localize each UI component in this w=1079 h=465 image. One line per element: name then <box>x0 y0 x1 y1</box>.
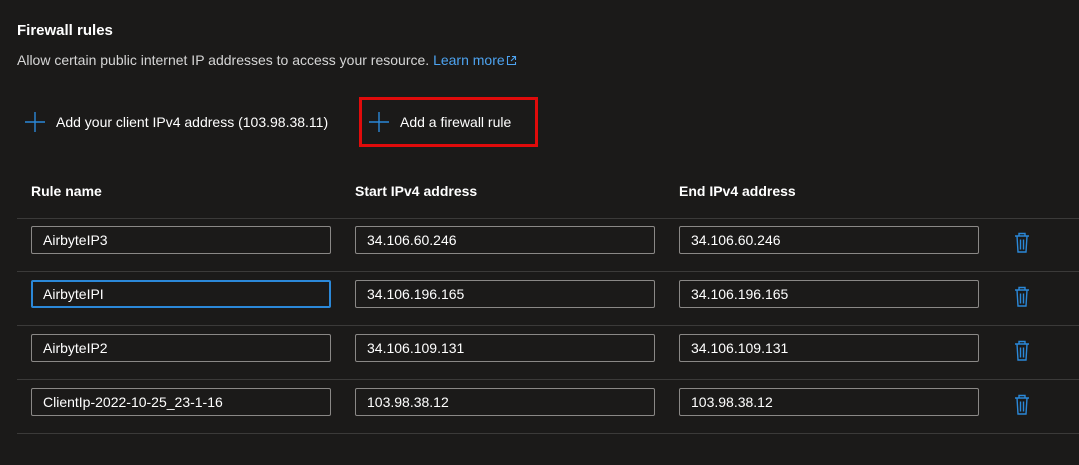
start-ip-input[interactable] <box>355 226 655 254</box>
table-row <box>0 217 1079 271</box>
external-link-icon <box>506 55 516 66</box>
rule-name-input[interactable] <box>31 388 331 416</box>
end-ip-input[interactable] <box>679 388 979 416</box>
rule-name-input[interactable] <box>31 280 331 308</box>
start-ip-input[interactable] <box>355 388 655 416</box>
row-divider <box>17 433 1079 434</box>
start-ip-input[interactable] <box>355 334 655 362</box>
add-client-ip-label: Add your client IPv4 address (103.98.38.… <box>56 114 329 130</box>
add-firewall-rule-label: Add a firewall rule <box>400 114 512 130</box>
table-row <box>0 325 1079 379</box>
section-description: Allow certain public internet IP address… <box>17 52 517 68</box>
firewall-rules-panel: Firewall rules Allow certain public inte… <box>0 0 1079 465</box>
trash-icon[interactable] <box>1012 284 1032 308</box>
end-ip-input[interactable] <box>679 226 979 254</box>
table-row <box>0 379 1079 433</box>
trash-icon[interactable] <box>1012 338 1032 362</box>
rule-name-input[interactable] <box>31 334 331 362</box>
learn-more-link[interactable]: Learn more <box>433 52 517 68</box>
table-row <box>0 271 1079 325</box>
add-firewall-rule-button[interactable]: Add a firewall rule <box>359 97 538 147</box>
section-title: Firewall rules <box>17 22 113 39</box>
end-ip-input[interactable] <box>679 334 979 362</box>
trash-icon[interactable] <box>1012 392 1032 416</box>
end-ip-input[interactable] <box>679 280 979 308</box>
column-header-end-ip: End IPv4 address <box>679 183 796 199</box>
plus-icon <box>369 112 389 132</box>
rule-name-input[interactable] <box>31 226 331 254</box>
column-header-start-ip: Start IPv4 address <box>355 183 478 199</box>
plus-icon <box>25 112 45 132</box>
learn-more-label: Learn more <box>433 52 505 68</box>
start-ip-input[interactable] <box>355 280 655 308</box>
description-text: Allow certain public internet IP address… <box>17 52 430 68</box>
add-client-ip-button[interactable]: Add your client IPv4 address (103.98.38.… <box>25 97 328 147</box>
trash-icon[interactable] <box>1012 230 1032 254</box>
column-header-rule-name: Rule name <box>31 183 102 199</box>
